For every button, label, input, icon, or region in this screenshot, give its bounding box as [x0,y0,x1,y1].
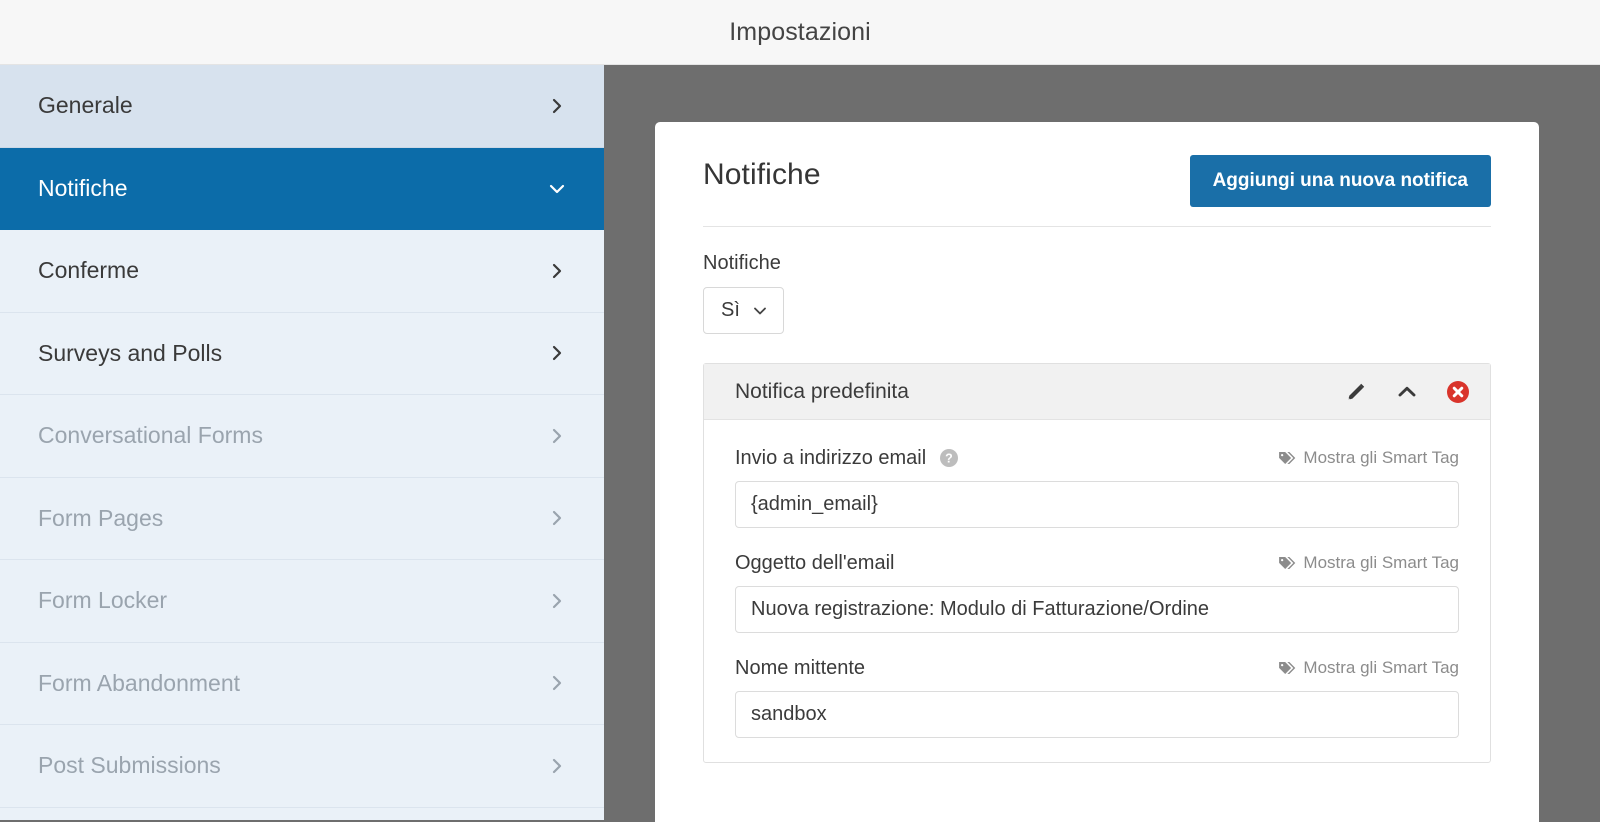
chevron-right-icon [546,95,568,117]
field-header: Invio a indirizzo email ? Mostra gli Sma… [735,446,1459,470]
notifications-toggle-label: Notifiche [703,252,781,274]
email-subject-input[interactable] [735,586,1459,633]
sidebar-item-label: Conferme [38,257,139,284]
sidebar-item-form-abandonment[interactable]: Form Abandonment [0,642,604,725]
sidebar-item-surveys-and-polls[interactable]: Surveys and Polls [0,312,604,395]
svg-text:?: ? [945,452,953,466]
sidebar-item-label: Form Pages [38,504,164,531]
delete-circle-icon[interactable] [1445,379,1471,405]
sidebar-item-label: Surveys and Polls [38,339,223,366]
chevron-down-icon [751,302,769,320]
show-smart-tags-label: Mostra gli Smart Tag [1303,553,1459,572]
page-title: Impostazioni [729,17,871,46]
sidebar-item-label: Post Submissions [38,752,221,779]
chevron-right-icon [546,425,568,447]
chevron-right-icon [546,260,568,282]
sidebar-item-label: Conversational Forms [38,422,263,449]
question-circle-icon[interactable]: ? [939,448,959,468]
chevron-right-icon [546,342,568,364]
tags-icon [1278,659,1296,677]
add-new-notification-button[interactable]: Aggiungi una nuova notifica [1189,155,1491,207]
sidebar-item-generale[interactable]: Generale [0,65,604,148]
show-smart-tags-label: Mostra gli Smart Tag [1303,448,1459,467]
preview-stage: Notifiche Aggiungi una nuova notifica No… [604,65,1600,822]
field-label: Oggetto dell'email [735,551,895,574]
notification-card-body: Invio a indirizzo email ? Mostra gli Sma… [704,420,1490,762]
chevron-right-icon [546,755,568,777]
notification-card-actions [1343,379,1471,405]
sidebar-item-label: Notifiche [38,175,128,202]
sidebar-item-form-locker[interactable]: Form Locker [0,560,604,643]
chevron-down-icon [546,178,568,200]
field-send-to-email: Invio a indirizzo email ? Mostra gli Sma… [735,446,1459,528]
show-smart-tags-toggle[interactable]: Mostra gli Smart Tag [1278,658,1459,678]
notifications-enable-select[interactable]: Sì [703,287,784,334]
show-smart-tags-label: Mostra gli Smart Tag [1303,658,1459,677]
sidebar-item-label: Generale [38,92,133,119]
field-email-subject: Oggetto dell'email Mostra gli Smart Tag … [735,551,1459,633]
select-selected-value: Sì [721,299,740,321]
sidebar-item-label: Form Locker [38,587,168,614]
notification-card-header: Notifica predefinita [704,364,1490,420]
sidebar-item-notifiche[interactable]: Notifiche [0,147,604,230]
notification-card-title: Notifica predefinita [735,379,909,403]
send-to-email-input[interactable] [735,481,1459,528]
settings-sidebar: Generale Notifiche Conferme Surveys and … [0,65,604,820]
tags-icon [1278,449,1296,467]
tags-icon [1278,554,1296,572]
notification-card: Notifica predefinita Invio a indirizzo e… [703,363,1491,763]
field-label: Nome mittente [735,656,866,679]
notifications-panel: Notifiche Aggiungi una nuova notifica No… [655,122,1539,822]
field-header: Nome mittente Mostra gli Smart Tag [735,656,1459,680]
sidebar-item-conferme[interactable]: Conferme [0,230,604,313]
chevron-right-icon [546,672,568,694]
chevron-right-icon [546,507,568,529]
panel-header: Notifiche Aggiungi una nuova notifica [703,122,1491,227]
sidebar-item-post-submissions[interactable]: Post Submissions [0,725,604,808]
notifications-toggle-group: Notifiche Sì [703,227,1491,334]
sidebar-item-conversational-forms[interactable]: Conversational Forms [0,395,604,478]
chevron-up-icon[interactable] [1394,379,1420,405]
window-titlebar: Impostazioni [0,0,1600,65]
content-area: Generale Notifiche Conferme Surveys and … [0,65,1600,822]
show-smart-tags-toggle[interactable]: Mostra gli Smart Tag [1278,448,1459,468]
field-from-name: Nome mittente Mostra gli Smart Tag sandb… [735,656,1459,738]
chevron-right-icon [546,590,568,612]
from-name-input[interactable] [735,691,1459,738]
sidebar-item-label: Form Abandonment [38,669,241,696]
show-smart-tags-toggle[interactable]: Mostra gli Smart Tag [1278,553,1459,573]
field-header: Oggetto dell'email Mostra gli Smart Tag [735,551,1459,575]
edit-pencil-icon[interactable] [1343,379,1369,405]
sidebar-item-form-pages[interactable]: Form Pages [0,477,604,560]
field-label: Invio a indirizzo email [735,446,927,469]
